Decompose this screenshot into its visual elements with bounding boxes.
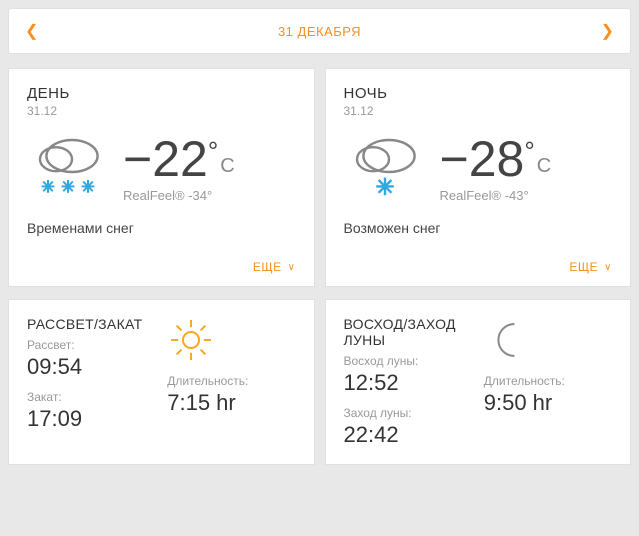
- day-more-link[interactable]: ЕЩЕ∨: [27, 260, 296, 274]
- day-forecast-card: ДЕНЬ 31.12 −22°C RealFeel® -34°: [8, 68, 315, 287]
- moonrise-moonset-card: ВОСХОД/ЗАХОД ЛУНЫ Восход луны: 12:52 Зах…: [325, 299, 632, 465]
- sunset-time: 17:09: [27, 406, 155, 432]
- day-condition: Временами снег: [27, 220, 296, 236]
- night-forecast-card: НОЧЬ 31.12 −28°C RealFeel® -43° Возмо: [325, 68, 632, 287]
- prev-day-button[interactable]: ❮: [25, 21, 38, 41]
- moonrise-time: 12:52: [344, 370, 472, 396]
- night-title: НОЧЬ: [344, 85, 613, 102]
- moonset-time: 22:42: [344, 422, 472, 448]
- date-navigator: ❮ 31 ДЕКАБРЯ ❯: [8, 8, 631, 54]
- next-day-button[interactable]: ❯: [601, 21, 614, 41]
- moonrise-label: Восход луны:: [344, 354, 472, 368]
- night-condition: Возможен снег: [344, 220, 613, 236]
- moon-duration-label: Длительность:: [484, 374, 565, 388]
- night-temperature: −28°C: [440, 134, 552, 184]
- sunrise-sunset-card: РАССВЕТ/ЗАКАТ Рассвет: 09:54 Закат: 17:0…: [8, 299, 315, 465]
- sun-duration: 7:15 hr: [167, 390, 236, 416]
- sunrise-label: Рассвет:: [27, 338, 155, 352]
- moonset-label: Заход луны:: [344, 406, 472, 420]
- chevron-down-icon: ∨: [604, 262, 612, 273]
- night-realfeel: RealFeel® -43°: [440, 188, 552, 203]
- sunrise-time: 09:54: [27, 354, 155, 380]
- day-date: 31.12: [27, 104, 296, 118]
- day-realfeel: RealFeel® -34°: [123, 188, 235, 203]
- snow-day-icon: [27, 132, 109, 204]
- sunset-label: Закат:: [27, 390, 155, 404]
- sun-icon: [167, 316, 215, 364]
- current-date-label: 31 ДЕКАБРЯ: [278, 24, 361, 39]
- sun-duration-label: Длительность:: [167, 374, 248, 388]
- moon-duration: 9:50 hr: [484, 390, 553, 416]
- night-date: 31.12: [344, 104, 613, 118]
- day-title: ДЕНЬ: [27, 85, 296, 102]
- chevron-down-icon: ∨: [288, 262, 296, 273]
- moon-title: ВОСХОД/ЗАХОД ЛУНЫ: [344, 316, 472, 348]
- night-more-link[interactable]: ЕЩЕ∨: [344, 260, 613, 274]
- moon-icon: [484, 316, 532, 364]
- snow-night-icon: [344, 132, 426, 204]
- day-temperature: −22°C: [123, 134, 235, 184]
- sun-title: РАССВЕТ/ЗАКАТ: [27, 316, 155, 332]
